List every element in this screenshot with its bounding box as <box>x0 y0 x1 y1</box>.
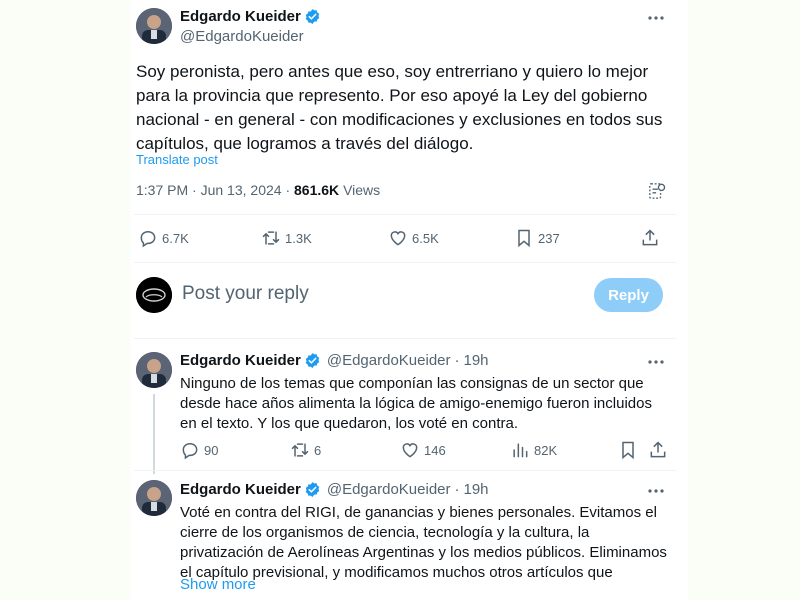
reply-author-handle[interactable]: @EdgardoKueider <box>327 481 451 498</box>
reply-separator: · <box>454 481 460 498</box>
reply-text: Ninguno de los temas que componían las c… <box>180 375 652 432</box>
bookmark-action[interactable]: 237 <box>514 228 560 248</box>
divider <box>134 262 676 263</box>
post-text: Soy peronista, pero antes que eso, soy e… <box>136 62 663 153</box>
background-left <box>0 0 130 600</box>
reply-input[interactable]: Post your reply <box>182 283 309 305</box>
post-time[interactable]: 1:37 PM <box>136 182 188 198</box>
reply-count: 90 <box>204 442 219 458</box>
divider <box>134 470 676 471</box>
reply-avatar[interactable] <box>136 352 172 388</box>
post-date[interactable]: Jun 13, 2024 <box>201 182 282 198</box>
repost-icon <box>291 443 309 457</box>
more-options-icon[interactable] <box>646 481 666 501</box>
show-more-link[interactable]: Show more <box>180 576 256 593</box>
divider <box>134 338 676 339</box>
views-count: 861.6K <box>294 182 340 198</box>
like-count: 6.5K <box>412 230 439 246</box>
bookmark-icon[interactable] <box>618 440 638 460</box>
meta-separator: · <box>285 182 295 198</box>
author-name-row[interactable]: Edgardo Kueider <box>180 8 321 25</box>
views-count: 82K <box>534 442 558 458</box>
share-icon[interactable] <box>640 228 660 248</box>
thread-line <box>153 394 155 474</box>
reply-time[interactable]: 19h <box>464 481 489 498</box>
repost-action[interactable]: 1.3K <box>261 228 312 248</box>
reply-action[interactable]: 6.7K <box>138 228 189 248</box>
reply-button[interactable]: Reply <box>594 278 663 312</box>
repost-icon <box>262 231 280 245</box>
reply-count: 6.7K <box>162 230 189 246</box>
background-right <box>688 0 800 600</box>
share-icon[interactable] <box>648 440 668 460</box>
reply-author-handle[interactable]: @EdgardoKueider <box>327 352 451 369</box>
post-metadata: 1:37 PM · Jun 13, 2024 · 861.6K Views <box>136 182 380 198</box>
heart-icon <box>390 231 406 246</box>
reply-author-name[interactable]: Edgardo Kueider <box>180 352 301 369</box>
reply-author-name[interactable]: Edgardo Kueider <box>180 481 301 498</box>
meta-separator: · <box>192 182 201 198</box>
verified-badge-icon <box>305 9 320 24</box>
reply-icon <box>140 230 156 248</box>
current-user-avatar[interactable] <box>136 277 172 313</box>
reply-icon <box>182 442 198 460</box>
views-label: Views <box>343 182 381 198</box>
verified-badge-icon <box>305 353 320 368</box>
divider <box>134 214 676 215</box>
bookmark-count: 237 <box>538 230 560 246</box>
repost-count: 6 <box>314 442 322 458</box>
reply-reply-action[interactable]: 90 <box>180 440 218 460</box>
repost-count: 1.3K <box>285 230 312 246</box>
author-name[interactable]: Edgardo Kueider <box>180 8 301 25</box>
bookmark-icon <box>518 229 530 248</box>
reply-header: Edgardo Kueider @EdgardoKueider · 19h <box>180 481 489 498</box>
more-options-icon[interactable] <box>646 8 666 28</box>
reply-like-action[interactable]: 146 <box>400 440 446 460</box>
more-options-icon[interactable] <box>646 352 666 372</box>
reply-time[interactable]: 19h <box>464 352 489 369</box>
verified-badge-icon <box>305 482 320 497</box>
post-analytics-icon[interactable] <box>648 182 666 200</box>
reply-avatar[interactable] <box>136 480 172 516</box>
reply-separator: · <box>454 352 460 369</box>
author-avatar[interactable] <box>136 8 172 44</box>
views-icon <box>513 443 528 458</box>
post-panel: Edgardo Kueider @EdgardoKueider Soy pero… <box>130 0 688 600</box>
reply-text: Voté en contra del RIGI, de ganancias y … <box>180 504 667 581</box>
reply-header: Edgardo Kueider @EdgardoKueider · 19h <box>180 352 489 369</box>
translate-post-link[interactable]: Translate post <box>136 152 218 167</box>
heart-icon <box>402 443 418 458</box>
reply-repost-action[interactable]: 6 <box>290 440 321 460</box>
like-count: 146 <box>424 442 446 458</box>
like-action[interactable]: 6.5K <box>388 228 439 248</box>
author-handle[interactable]: @EdgardoKueider <box>180 28 304 45</box>
reply-views-action[interactable]: 82K <box>510 440 557 460</box>
